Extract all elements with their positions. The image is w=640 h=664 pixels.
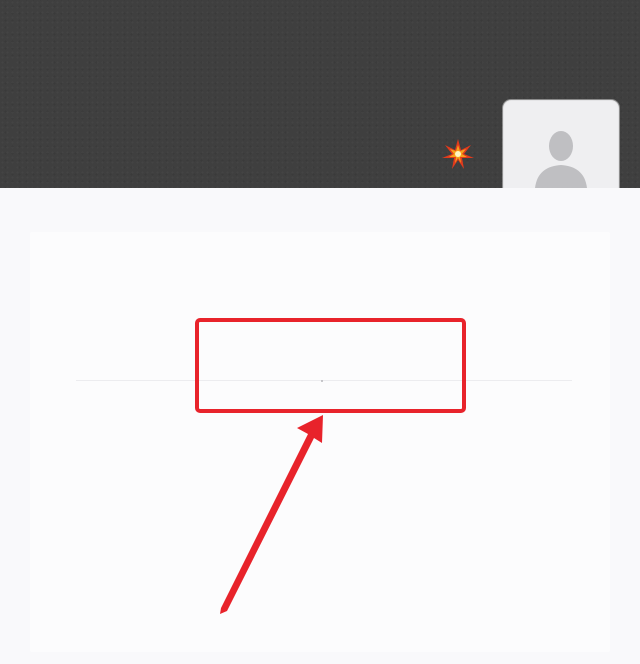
sparkle-icon [442, 139, 474, 169]
content-card [30, 232, 610, 652]
highlight-box [195, 318, 466, 413]
default-person-icon [535, 131, 587, 188]
